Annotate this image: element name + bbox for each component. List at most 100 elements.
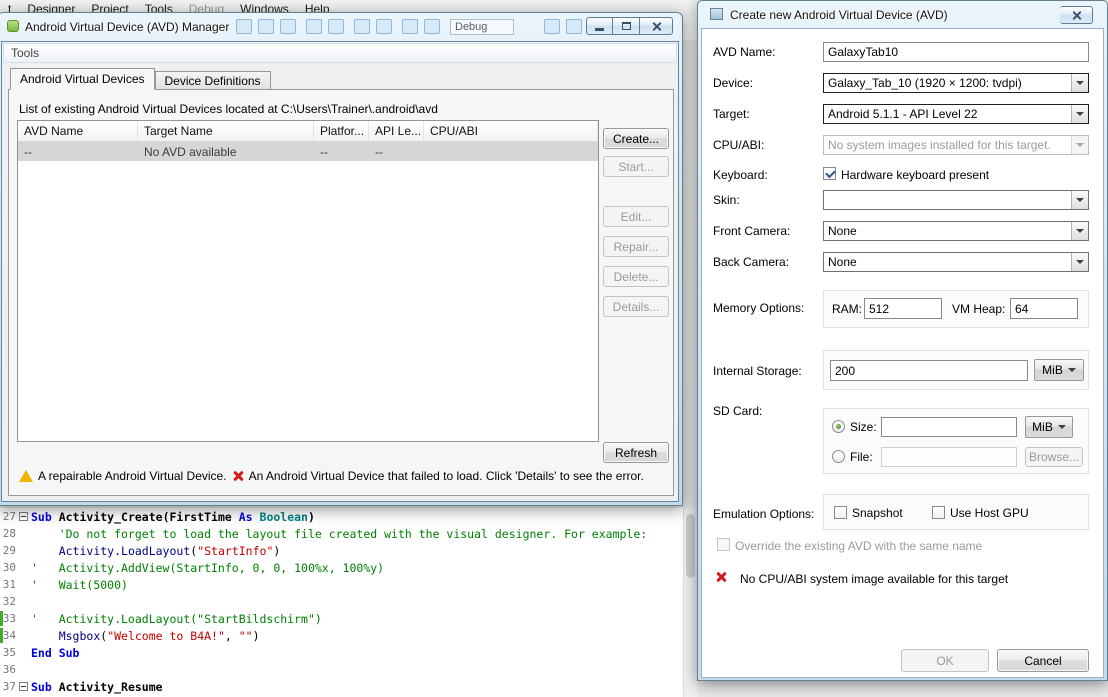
line-number: 37	[2, 680, 16, 693]
fold-margin	[16, 661, 31, 678]
code-text: ' Wait(5000)	[31, 577, 128, 592]
column-header[interactable]: API Le...	[369, 121, 424, 141]
tab-android-virtual-devices[interactable]: Android Virtual Devices	[10, 68, 155, 90]
target-combobox[interactable]: Android 5.1.1 - API Level 22	[823, 104, 1089, 124]
avd-table-header: AVD Name Target Name Platfor... API Le... CP…	[18, 121, 598, 142]
details-button[interactable]: Details...	[603, 296, 669, 317]
sd-size-input[interactable]	[881, 417, 1017, 437]
ok-button-label: OK	[936, 653, 954, 668]
code-line-27[interactable]: 27 Sub Activity_Create(FirstTime As Boole…	[0, 508, 683, 525]
delete-button[interactable]: Delete...	[603, 266, 669, 287]
menu-tools[interactable]: Tools	[11, 46, 39, 60]
close-button[interactable]	[1060, 6, 1093, 24]
minimize-icon	[595, 28, 604, 31]
chevron-down-icon[interactable]	[1071, 191, 1088, 209]
close-icon	[651, 21, 662, 32]
snapshot-checkbox[interactable]	[834, 506, 847, 519]
chevron-down-icon[interactable]	[1071, 74, 1088, 92]
error-icon	[232, 470, 244, 482]
avd-name-label: AVD Name:	[713, 45, 776, 59]
memory-options-label: Memory Options:	[713, 301, 805, 315]
code-line-37[interactable]: 37 Sub Activity_Resume	[0, 678, 683, 695]
column-header[interactable]: CPU/ABI	[424, 121, 598, 141]
ram-label: RAM:	[832, 302, 862, 316]
maximize-button[interactable]	[613, 17, 640, 35]
dialog-error-text: No CPU/ABI system image available for th…	[740, 572, 1009, 586]
chevron-down-icon[interactable]	[1071, 105, 1088, 123]
hardware-keyboard-checkbox[interactable]	[823, 167, 836, 180]
avd-manager-client: Tools Android Virtual Devices Device Def…	[1, 41, 679, 502]
code-line-30[interactable]: 30 ' Activity.AddView(StartInfo, 0, 0, 10…	[0, 559, 683, 576]
create-button[interactable]: Create...	[603, 128, 669, 149]
sd-size-label: Size:	[850, 420, 877, 434]
editor-scrollbar[interactable]	[683, 508, 697, 697]
minimize-button[interactable]	[586, 17, 613, 35]
maximize-icon	[621, 22, 631, 30]
code-line-35[interactable]: 35 End Sub	[0, 644, 683, 661]
edit-button[interactable]: Edit...	[603, 206, 669, 227]
use-host-gpu-label: Use Host GPU	[950, 506, 1029, 520]
device-combobox[interactable]: Galaxy_Tab_10 (1920 × 1200: tvdpi)	[823, 73, 1089, 93]
code-line-31[interactable]: 31 ' Wait(5000)	[0, 576, 683, 593]
toolbar-ghost-icon	[236, 19, 252, 34]
avd-list-label: List of existing Android Virtual Devices…	[19, 102, 438, 116]
fold-collapse-icon[interactable]	[19, 511, 28, 521]
create-avd-body: AVD Name: Device: Galaxy_Tab_10 (1920 × …	[701, 28, 1104, 678]
sd-size-radio[interactable]	[832, 420, 845, 433]
repair-button[interactable]: Repair...	[603, 236, 669, 257]
table-row[interactable]: -- No AVD available -- --	[18, 142, 598, 161]
scrollbar-thumb[interactable]	[686, 514, 695, 578]
close-button[interactable]	[640, 17, 673, 35]
code-line-29[interactable]: 29 Activity.LoadLayout("StartInfo")	[0, 542, 683, 559]
start-button[interactable]: Start...	[603, 156, 669, 177]
create-avd-titlebar[interactable]: Create new Android Virtual Device (AVD)	[698, 1, 1107, 27]
column-header[interactable]: Target Name	[138, 121, 314, 141]
ok-button[interactable]: OK	[901, 649, 989, 672]
code-line-34[interactable]: 34 Msgbox("Welcome to B4A!", "")	[0, 627, 683, 644]
fold-collapse-icon[interactable]	[19, 681, 28, 691]
back-camera-combobox[interactable]: None	[823, 252, 1089, 272]
sd-file-radio[interactable]	[832, 450, 845, 463]
code-line-32[interactable]: 32	[0, 593, 683, 610]
use-host-gpu-checkbox[interactable]	[932, 506, 945, 519]
keyboard-label: Keyboard:	[713, 168, 768, 182]
line-number: 35	[2, 646, 16, 659]
refresh-button[interactable]: Refresh	[603, 442, 669, 463]
column-header[interactable]: AVD Name	[18, 121, 138, 141]
line-number: 32	[2, 595, 16, 608]
tab-device-definitions[interactable]: Device Definitions	[154, 71, 271, 90]
browse-button[interactable]: Browse...	[1025, 447, 1083, 467]
code-line-36[interactable]: 36	[0, 661, 683, 678]
sd-size-unit: MiB	[1032, 420, 1053, 434]
code-text: Sub Activity_Create(FirstTime As Boolean…	[31, 509, 315, 524]
avd-name-input[interactable]	[823, 42, 1089, 62]
internal-storage-label: Internal Storage:	[713, 364, 802, 378]
column-header[interactable]: Platfor...	[314, 121, 369, 141]
cancel-button[interactable]: Cancel	[997, 649, 1089, 672]
code-editor[interactable]: 27 Sub Activity_Create(FirstTime As Boole…	[0, 508, 683, 697]
code-line-33[interactable]: 33 ' Activity.LoadLayout("StartBildschirm…	[0, 610, 683, 627]
legend-error-text: An Android Virtual Device that failed to…	[248, 469, 644, 483]
line-number: 30	[2, 561, 16, 574]
line-number: 31	[2, 578, 16, 591]
chevron-down-icon[interactable]	[1071, 222, 1088, 240]
code-line-28[interactable]: 28 'Do not forget to load the layout fil…	[0, 525, 683, 542]
internal-storage-unit-dropdown[interactable]: MiB	[1034, 359, 1084, 381]
toolbar-ghost-combo-label: Debug	[455, 21, 488, 33]
skin-combobox[interactable]	[823, 190, 1089, 210]
sd-size-unit-dropdown[interactable]: MiB	[1025, 416, 1073, 438]
avd-manager-titlebar[interactable]: Android Virtual Device (AVD) Manager Deb…	[0, 13, 682, 39]
avd-table[interactable]: AVD Name Target Name Platfor... API Le... CP…	[17, 120, 599, 442]
code-text: ' Activity.AddView(StartInfo, 0, 0, 100%…	[31, 560, 385, 575]
internal-storage-input[interactable]	[830, 360, 1028, 381]
screen: t Designer Project Tools Debug Windows Help 27…	[0, 0, 1108, 697]
vm-heap-input[interactable]	[1010, 298, 1078, 319]
toolbar-ghost-icon	[328, 19, 344, 34]
chevron-down-icon[interactable]	[1071, 253, 1088, 271]
front-camera-combobox[interactable]: None	[823, 221, 1089, 241]
toolbar-ghost-icon	[354, 19, 370, 34]
toolbar-ghost-icon	[258, 19, 274, 34]
ram-input[interactable]	[864, 298, 942, 319]
cpu-abi-value: No system images installed for this targ…	[828, 138, 1051, 152]
create-avd-dialog: Create new Android Virtual Device (AVD) …	[697, 0, 1108, 681]
